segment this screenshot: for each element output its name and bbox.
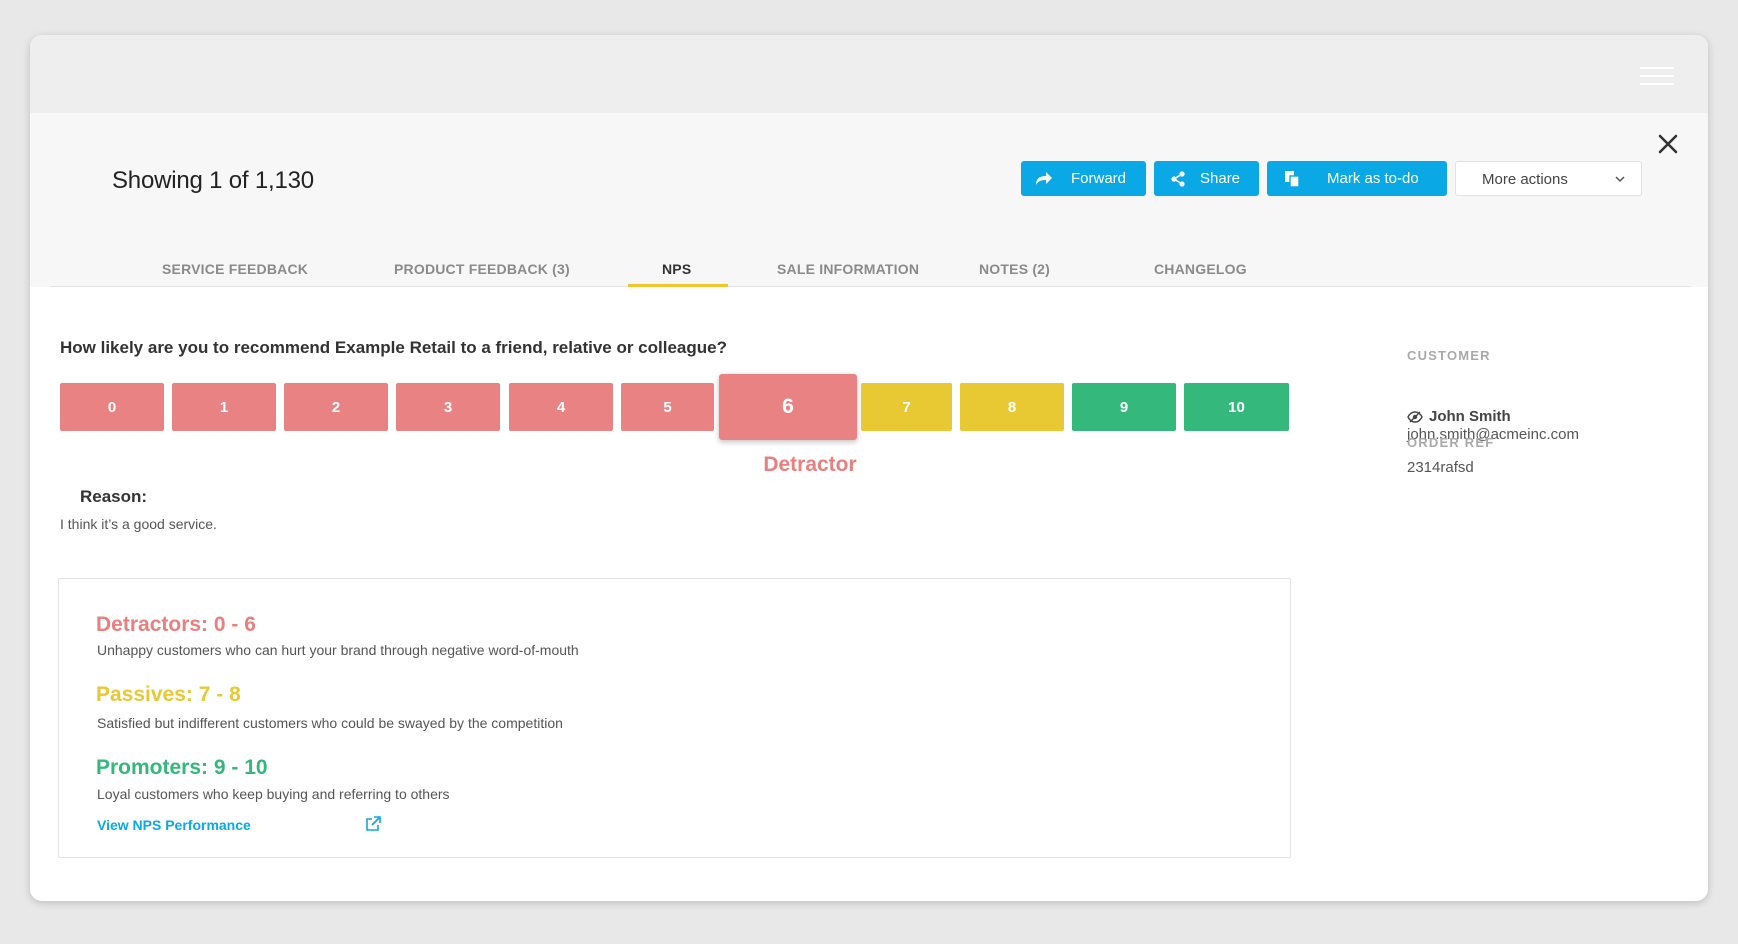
nps-score-9[interactable]: 9 bbox=[1072, 383, 1176, 431]
nps-score-2[interactable]: 2 bbox=[284, 383, 388, 431]
view-nps-performance-link[interactable]: View NPS Performance bbox=[97, 817, 251, 833]
customer-name-row: John Smith bbox=[1407, 408, 1511, 425]
tab-sale-information[interactable]: SALE INFORMATION bbox=[777, 261, 919, 277]
nps-legend-panel: Detractors: 0 - 6 Unhappy customers who … bbox=[58, 578, 1291, 858]
forward-button[interactable]: Forward bbox=[1021, 161, 1146, 196]
order-ref-label: ORDER REF bbox=[1407, 435, 1495, 450]
nps-score-1[interactable]: 1 bbox=[172, 383, 276, 431]
customer-label: CUSTOMER bbox=[1407, 348, 1491, 363]
tab-product-feedback[interactable]: PRODUCT FEEDBACK (3) bbox=[394, 261, 570, 277]
nps-verdict: Detractor bbox=[763, 453, 857, 476]
top-bar bbox=[30, 35, 1708, 113]
customer-name: John Smith bbox=[1429, 408, 1511, 425]
nps-score-5[interactable]: 5 bbox=[621, 383, 714, 431]
chevron-down-icon bbox=[1615, 176, 1625, 183]
eye-slash-icon bbox=[1407, 410, 1423, 423]
forward-icon bbox=[1036, 172, 1052, 185]
nps-score-3[interactable]: 3 bbox=[396, 383, 500, 431]
detractors-desc: Unhappy customers who can hurt your bran… bbox=[97, 642, 579, 658]
more-actions-dropdown[interactable]: More actions bbox=[1455, 161, 1642, 196]
forward-label: Forward bbox=[1071, 170, 1127, 187]
nps-score-8[interactable]: 8 bbox=[960, 383, 1064, 431]
tab-notes[interactable]: NOTES (2) bbox=[979, 261, 1050, 277]
page-title: Showing 1 of 1,130 bbox=[112, 167, 314, 194]
mark-todo-button[interactable]: Mark as to-do bbox=[1267, 161, 1447, 196]
detail-header: Showing 1 of 1,130 Forward Share Mark as… bbox=[30, 113, 1708, 287]
tab-bar: SERVICE FEEDBACK PRODUCT FEEDBACK (3) NP… bbox=[50, 261, 1690, 287]
share-label: Share bbox=[1200, 170, 1241, 187]
tab-changelog[interactable]: CHANGELOG bbox=[1154, 261, 1247, 277]
promoters-desc: Loyal customers who keep buying and refe… bbox=[97, 786, 450, 802]
hamburger-icon[interactable] bbox=[1640, 67, 1674, 87]
copy-icon bbox=[1285, 171, 1300, 188]
share-button[interactable]: Share bbox=[1154, 161, 1259, 196]
nps-score-10[interactable]: 10 bbox=[1184, 383, 1289, 431]
passives-title: Passives: 7 - 8 bbox=[96, 683, 241, 706]
nps-score-7[interactable]: 7 bbox=[861, 383, 952, 431]
nps-score-4[interactable]: 4 bbox=[509, 383, 613, 431]
nps-question: How likely are you to recommend Example … bbox=[60, 338, 727, 357]
reason-text: I think it’s a good service. bbox=[60, 516, 217, 532]
nps-score-0[interactable]: 0 bbox=[60, 383, 164, 431]
nps-score-6-selected[interactable]: 6 bbox=[719, 374, 857, 440]
detractors-title: Detractors: 0 - 6 bbox=[96, 613, 256, 636]
share-icon bbox=[1171, 171, 1185, 187]
promoters-title: Promoters: 9 - 10 bbox=[96, 756, 268, 779]
feedback-window: Showing 1 of 1,130 Forward Share Mark as… bbox=[30, 35, 1708, 901]
more-actions-label: More actions bbox=[1482, 171, 1568, 188]
tab-service-feedback[interactable]: SERVICE FEEDBACK bbox=[162, 261, 308, 277]
order-ref-value: 2314rafsd bbox=[1407, 459, 1474, 476]
passives-desc: Satisfied but indifferent customers who … bbox=[97, 715, 563, 731]
mark-todo-label: Mark as to-do bbox=[1327, 170, 1419, 187]
external-link-icon[interactable] bbox=[365, 816, 381, 832]
tab-nps[interactable]: NPS bbox=[662, 261, 691, 277]
active-tab-indicator bbox=[628, 284, 728, 287]
close-icon[interactable] bbox=[1655, 131, 1681, 157]
reason-label: Reason: bbox=[80, 487, 148, 506]
